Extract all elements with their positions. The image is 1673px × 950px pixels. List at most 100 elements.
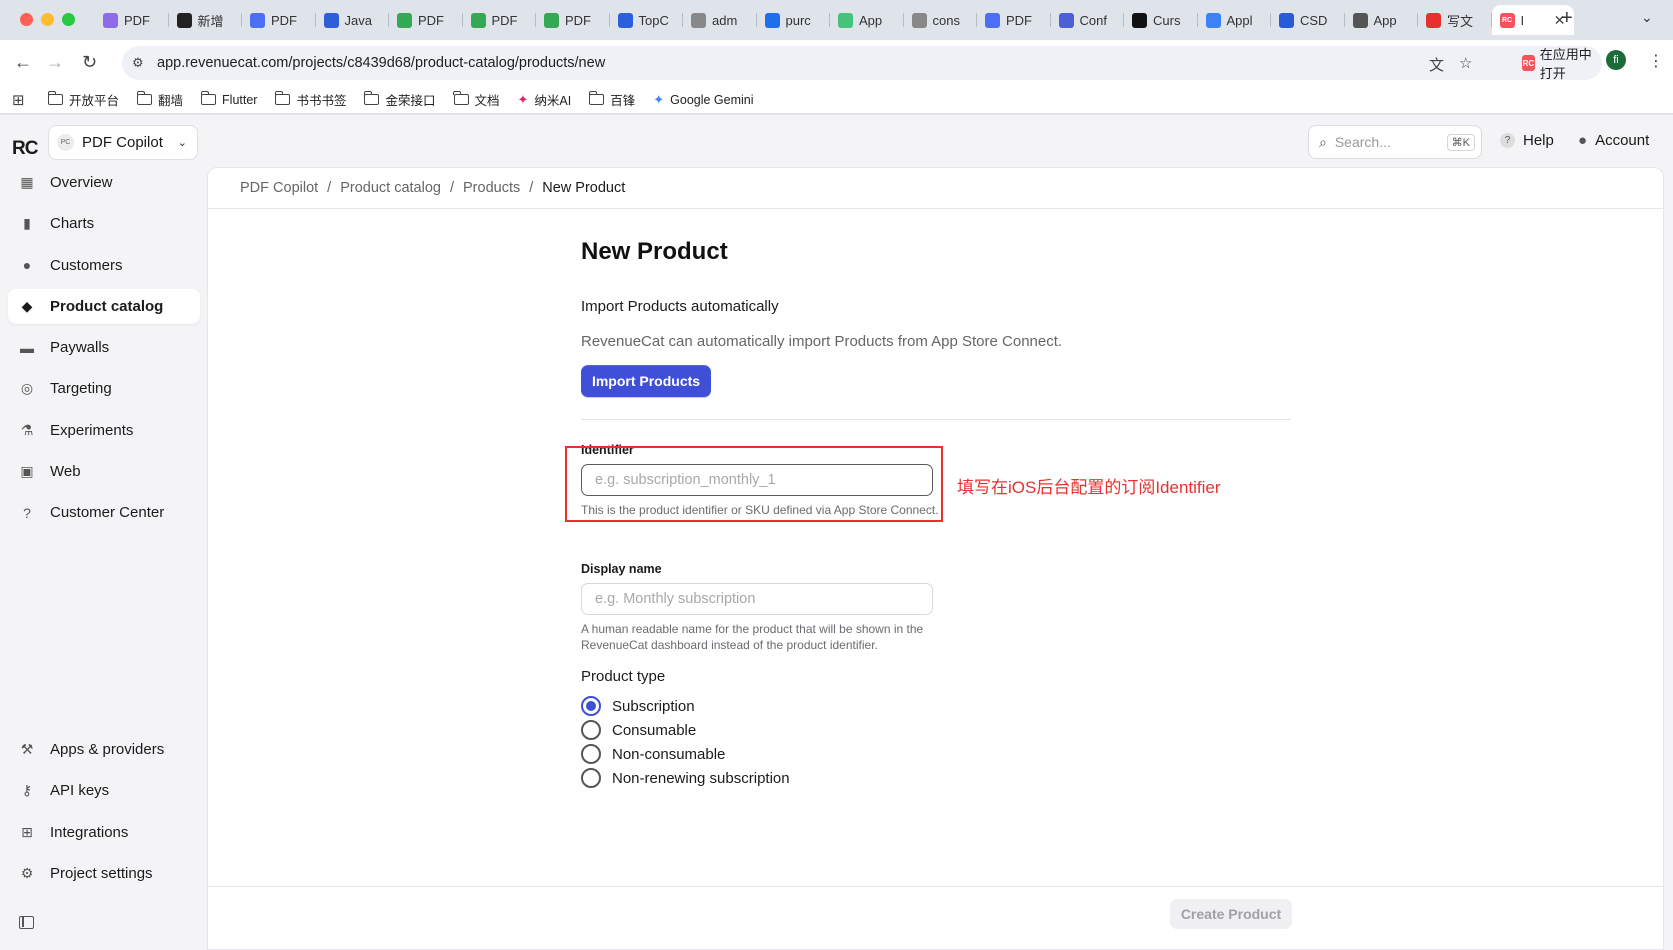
translate-icon[interactable]: 文 [1429, 54, 1444, 75]
sidebar-item-experiments[interactable]: ⚗ Experiments [8, 413, 200, 448]
reload-icon[interactable]: ↻ [82, 52, 97, 73]
tab-favicon-icon [176, 12, 192, 28]
account-button[interactable]: ● Account [1578, 132, 1649, 149]
import-products-button[interactable]: Import Products [581, 365, 711, 397]
browser-tab[interactable]: PDF [242, 5, 316, 35]
breadcrumb-project[interactable]: PDF Copilot [240, 180, 318, 196]
browser-tab[interactable]: PDF [463, 5, 537, 35]
radio-button[interactable] [581, 720, 601, 740]
product-type-option-label: Subscription [612, 697, 695, 715]
product-type-option[interactable]: Non-renewing subscription [581, 768, 790, 788]
browser-tab[interactable]: App [1345, 5, 1419, 35]
display-name-input[interactable] [581, 583, 933, 615]
bookmark-item[interactable]: 文档 [453, 90, 500, 109]
sidebar-item-integrations[interactable]: ⊞ Integrations [8, 815, 200, 850]
back-arrow-icon[interactable]: ← [14, 52, 32, 73]
bookmark-label: 文档 [474, 94, 500, 108]
open-in-app-label: 在应用中打开 [1539, 47, 1592, 81]
browser-toolbar: ← → ↻ ⚙ app.revenuecat.com/projects/c843… [0, 40, 1673, 86]
flask-icon: ⚗ [20, 421, 34, 438]
browser-tab[interactable]: Conf [1051, 5, 1125, 35]
folder-icon [136, 91, 153, 105]
tab-label: Java [344, 12, 372, 28]
sidebar-item-label: Customers [50, 256, 123, 274]
open-in-app-button[interactable]: RC 在应用中打开 [1522, 47, 1602, 81]
breadcrumb-product-catalog[interactable]: Product catalog [340, 180, 441, 196]
tab-search-chevron-icon[interactable]: ⌄ [1641, 9, 1653, 26]
bookmark-item[interactable]: 百锋 [588, 90, 635, 109]
site-settings-icon[interactable]: ⚙ [132, 55, 144, 71]
bookmark-star-icon[interactable]: ☆ [1459, 54, 1472, 72]
sidebar-toggle-icon[interactable] [19, 916, 34, 929]
project-selector[interactable]: PC PDF Copilot ⌄ [48, 125, 198, 160]
profile-avatar[interactable]: fi [1606, 50, 1626, 70]
breadcrumb-separator: / [327, 180, 332, 196]
tab-label: PDF [271, 12, 297, 28]
browser-tab[interactable]: Java [316, 5, 390, 35]
browser-tab[interactable]: Appl [1198, 5, 1272, 35]
radio-button[interactable] [581, 744, 601, 764]
browser-tab[interactable]: 写文 [1418, 5, 1492, 35]
bookmark-item[interactable]: ✦ Google Gemini [653, 92, 753, 108]
sidebar-item-product-catalog[interactable]: ◆ Product catalog [8, 288, 200, 324]
product-type-option[interactable]: Non-consumable [581, 744, 725, 764]
sidebar-item-label: Customer Center [50, 504, 165, 521]
sidebar-item-targeting[interactable]: ◎ Targeting [8, 371, 200, 406]
sidebar-item-apps-providers[interactable]: ⚒ Apps & providers [8, 732, 200, 767]
tab-label: adm [712, 12, 738, 28]
search-box[interactable]: ⌕ Search... ⌘K [1308, 125, 1482, 159]
folder-icon [453, 91, 469, 105]
product-type-option[interactable]: Consumable [581, 720, 696, 740]
address-bar[interactable]: ⚙ app.revenuecat.com/projects/c8439d68/p… [122, 46, 1602, 81]
bookmark-item[interactable]: ✦ 纳米AI [518, 90, 572, 109]
project-badge: PC [57, 134, 74, 151]
radio-button[interactable] [581, 696, 601, 716]
sidebar-item-label: Apps & providers [50, 741, 165, 758]
breadcrumb-products[interactable]: Products [463, 180, 520, 196]
bookmark-item[interactable]: 翻墙 [136, 90, 183, 109]
browser-tab[interactable]: TopC [610, 5, 684, 35]
browser-tab[interactable]: purc [757, 5, 831, 35]
sidebar-item-customer-center[interactable]: ? Customer Center [8, 495, 200, 530]
close-window-button[interactable] [20, 13, 33, 26]
browser-menu-icon[interactable]: ⋮ [1648, 51, 1664, 71]
sidebar-item-project-settings[interactable]: ⚙ Project settings [8, 856, 200, 891]
sidebar-item-charts[interactable]: ▮ Charts [8, 206, 200, 241]
browser-tab[interactable]: PDF [536, 5, 610, 35]
apps-grid-icon[interactable]: ⊞ [12, 91, 48, 109]
browser-tab[interactable]: adm [683, 5, 757, 35]
forward-arrow-icon[interactable]: → [46, 52, 64, 73]
display-name-help: A human readable name for the product th… [581, 622, 924, 652]
browser-tab[interactable]: PDF [977, 5, 1051, 35]
address-url[interactable]: app.revenuecat.com/projects/c8439d68/pro… [157, 55, 605, 71]
maximize-window-button[interactable] [62, 13, 75, 26]
product-type-option[interactable]: Subscription [581, 696, 695, 716]
sidebar-item-customers[interactable]: ● Customers [8, 248, 200, 283]
help-button[interactable]: ? Help [1500, 132, 1554, 149]
tab-label: purc [785, 12, 811, 28]
new-tab-button[interactable]: + [1561, 7, 1573, 30]
radio-button[interactable] [581, 768, 601, 788]
product-type-option-label: Non-consumable [612, 745, 726, 763]
browser-tab[interactable]: Curs [1124, 5, 1198, 35]
sidebar-item-overview[interactable]: ▦ Overview [8, 165, 200, 200]
create-product-button[interactable]: Create Product [1170, 899, 1292, 929]
revenuecat-app-icon: RC [1522, 55, 1535, 71]
browser-tab[interactable]: App [830, 5, 904, 35]
sidebar-item-api-keys[interactable]: ⚷ API keys [8, 773, 200, 808]
minimize-window-button[interactable] [41, 13, 54, 26]
browser-tab[interactable]: PDF [95, 5, 169, 35]
bookmark-item[interactable]: 金荣接口 [363, 90, 436, 109]
sidebar-item-paywalls[interactable]: ▬ Paywalls [8, 330, 200, 365]
bookmark-item[interactable]: 书书书签 [274, 90, 346, 109]
bookmark-item[interactable]: Flutter [200, 91, 257, 107]
sidebar-item-web[interactable]: ▣ Web [8, 454, 200, 489]
bookmark-item[interactable]: 开放平台 [47, 90, 119, 109]
browser-tab[interactable]: 新增 [169, 5, 243, 35]
key-icon: ⚷ [21, 782, 33, 799]
browser-tab[interactable]: PDF [389, 5, 463, 35]
revenuecat-logo[interactable]: RC [12, 138, 38, 160]
browser-tab[interactable]: CSD [1271, 5, 1345, 35]
browser-tab[interactable]: cons [904, 5, 978, 35]
folder-icon [588, 91, 605, 105]
